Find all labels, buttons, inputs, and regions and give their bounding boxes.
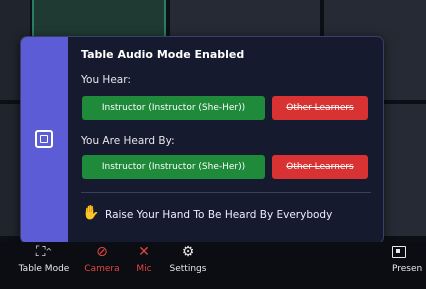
raise-hand-text: Raise Your Hand To Be Heard By Everybody [105,209,333,221]
divider [81,192,371,193]
mic-label: Mic [136,264,152,274]
table-mode-icon [35,130,53,148]
popup-accent-stripe [21,37,68,243]
settings-label: Settings [169,264,207,274]
mic-button[interactable]: ✕ Mic [128,242,160,274]
table-mode-label: Table Mode [18,264,70,274]
camera-label: Camera [84,264,120,274]
heard-by-other-learners-chip: Other Learners [272,155,368,179]
raise-hand-icon: ✋ [82,205,100,221]
camera-off-icon: ⊘ [96,244,108,260]
gear-icon: ⚙ [181,244,195,260]
popup-body: Table Audio Mode Enabled You Hear: Instr… [81,37,383,243]
you-hear-other-learners-chip: Other Learners [272,96,368,120]
bottom-toolbar: ⛶^ Table Mode ⊘ Camera ✕ Mic ⚙ Settings … [0,242,426,289]
popup-title: Table Audio Mode Enabled [81,48,245,61]
you-hear-label: You Hear: [81,74,131,86]
present-label: Presen [392,264,423,274]
heard-by-instructor-chip: Instructor (Instructor (She-Her)) [82,155,265,179]
present-icon [392,242,426,262]
table-audio-mode-popup: Table Audio Mode Enabled You Hear: Instr… [20,36,384,244]
mic-off-icon: ✕ [138,244,150,260]
table-mode-button[interactable]: ⛶^ Table Mode [12,242,76,274]
you-hear-instructor-chip: Instructor (Instructor (She-Her)) [82,96,265,120]
heard-by-label: You Are Heard By: [81,135,175,147]
expand-icon: ⛶^ [35,244,53,260]
settings-button[interactable]: ⚙ Settings [160,242,216,274]
camera-button[interactable]: ⊘ Camera [80,242,124,274]
present-button[interactable]: Presen [392,242,426,274]
